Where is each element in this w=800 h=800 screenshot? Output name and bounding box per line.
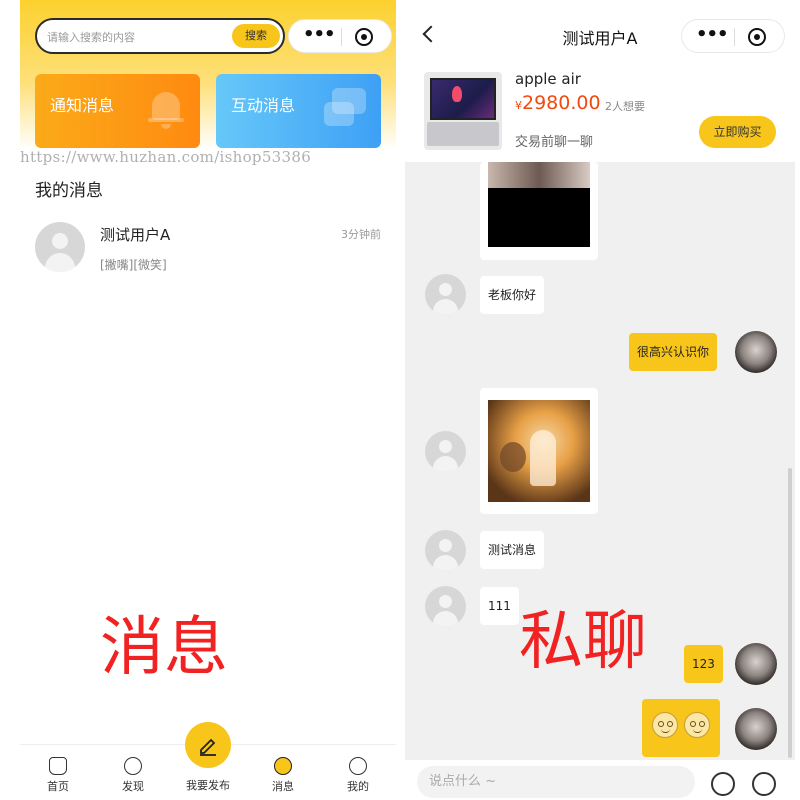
chat-bubble-sent: 很高兴认识你 [629,333,718,371]
interaction-messages-card[interactable]: 互动消息 [216,74,381,148]
message-time: 3分钟前 [341,228,381,241]
image-message[interactable] [480,162,598,260]
wants-count: 2人想要 [605,100,645,113]
image-message[interactable] [480,388,598,514]
chat-photo[interactable] [488,400,590,502]
chat-icon [324,88,366,130]
miniprogram-capsule: ••• [288,19,392,53]
product-name: apple air [515,70,581,88]
target-icon[interactable] [355,28,373,46]
emoji-icon [684,712,710,738]
search-button[interactable]: 搜索 [232,24,280,48]
product-price: ¥2980.00 [515,92,601,114]
emoji-message [642,699,720,757]
tab-home-label: 首页 [47,780,69,793]
chat-bubble-received: 老板你好 [480,276,545,314]
home-icon [49,757,67,775]
message-preview: [撇嘴][微笑] [100,258,167,272]
chat-prompt: 交易前聊一聊 [515,135,594,150]
navigation-bar: 测试用户A ••• [405,0,795,70]
tab-discover-label: 发现 [122,780,144,793]
product-image[interactable] [424,72,502,150]
avatar [735,643,777,685]
chat-bubble-received: 测试消息 [480,531,545,569]
chat-input[interactable]: 说点什么 ~ [417,766,695,798]
search-bar[interactable]: 请输入搜索的内容 搜索 [35,18,285,54]
chat-photo[interactable] [488,162,590,247]
avatar [425,586,466,627]
pen-icon [200,738,216,756]
contact-name: 测试用户A [100,226,171,244]
message-list-screen: 请输入搜索的内容 搜索 ••• 通知消息 互动消息 我的消息 测试用户A 3分钟… [20,0,396,800]
tab-home[interactable]: 首页 [33,757,83,794]
target-icon[interactable] [748,28,766,46]
buy-now-button[interactable]: 立即购买 [699,116,776,148]
more-dots-icon[interactable]: ••• [303,26,336,44]
search-input[interactable]: 请输入搜索的内容 [47,29,135,45]
tab-discover[interactable]: 发现 [108,757,158,794]
section-title: 我的消息 [35,181,103,201]
emoji-icon [652,712,678,738]
avatar [425,530,466,571]
bell-icon [148,88,184,129]
avatar [735,331,777,373]
avatar [735,708,777,750]
publish-button[interactable] [185,722,231,768]
list-item[interactable]: 测试用户A 3分钟前 [撇嘴][微笑] [35,220,381,280]
tab-profile-label: 我的 [347,780,369,793]
emoji-icon[interactable] [711,772,735,796]
capsule-divider [341,28,342,46]
more-dots-icon[interactable]: ••• [696,26,729,44]
price-value: 2980.00 [522,92,601,114]
tab-messages-label: 消息 [272,780,294,793]
watermark: https://www.huzhan.com/ishop53386 [20,148,312,166]
tab-publish-label: 我要发布 [186,779,230,792]
tab-messages[interactable]: 消息 [258,757,308,794]
private-chat-screen: 测试用户A ••• apple air ¥2980.00 2人想要 交易前聊一聊… [405,0,795,800]
notification-messages-card[interactable]: 通知消息 [35,74,200,148]
chat-bubble-sent: 123 [684,645,723,683]
capsule-divider [734,28,735,46]
interaction-card-label: 互动消息 [231,96,296,115]
message-icon [274,757,292,775]
chat-input-bar: 说点什么 ~ [405,760,795,800]
product-card[interactable]: apple air ¥2980.00 2人想要 交易前聊一聊 立即购买 [405,62,795,162]
tab-profile[interactable]: 我的 [333,757,383,794]
currency-symbol: ¥ [515,99,522,112]
chat-bubble-received: 111 [480,587,519,625]
avatar [425,274,466,315]
overlay-label-private-chat: 私聊 [519,605,647,679]
image-icon[interactable] [752,772,776,796]
notification-card-label: 通知消息 [50,96,115,115]
avatar [425,431,466,472]
scrollbar[interactable] [788,468,792,758]
compass-icon [124,757,142,775]
avatar [35,222,85,272]
overlay-label-messages: 消息 [100,611,228,685]
profile-icon [349,757,367,775]
miniprogram-capsule: ••• [681,19,785,53]
